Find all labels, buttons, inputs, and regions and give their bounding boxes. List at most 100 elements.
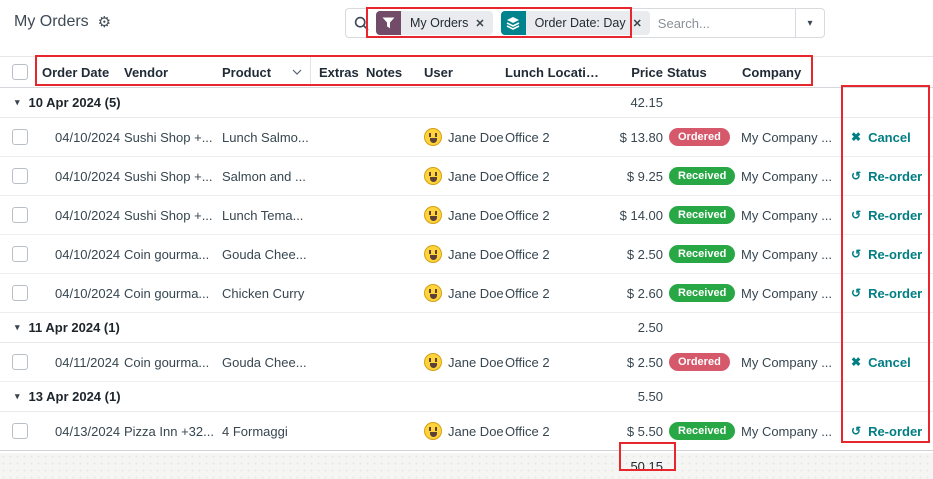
cell-price: $ 2.50 — [600, 247, 663, 262]
col-header-status[interactable]: Status — [663, 65, 741, 80]
col-header-vendor[interactable]: Vendor — [124, 65, 222, 80]
search-options-toggle[interactable]: ▾ — [795, 9, 824, 37]
user-avatar — [424, 128, 442, 146]
cell-company: My Company ... — [741, 286, 841, 301]
user-avatar — [424, 284, 442, 302]
cancel-button[interactable]: ✖Cancel — [841, 355, 911, 370]
col-header-price[interactable]: Price — [600, 65, 663, 80]
cell-lunch-location: Office 2 — [505, 424, 600, 439]
cell-lunch-location: Office 2 — [505, 247, 600, 262]
group-subtotal: 5.50 — [600, 389, 663, 404]
cell-product: Gouda Chee... — [222, 247, 311, 262]
reorder-button[interactable]: ↺Re-order — [841, 424, 922, 439]
row-checkbox[interactable] — [12, 207, 28, 223]
table-row[interactable]: 04/11/2024 Coin gourma... Gouda Chee... … — [0, 343, 933, 382]
cell-order-date: 04/10/2024 — [42, 247, 124, 262]
reorder-button[interactable]: ↺Re-order — [841, 286, 922, 301]
cell-vendor: Pizza Inn +32... — [124, 424, 222, 439]
select-all-checkbox[interactable] — [12, 64, 28, 80]
group-subtotal: 2.50 — [600, 320, 663, 335]
col-header-user[interactable]: User — [424, 65, 505, 80]
status-badge: Ordered — [669, 353, 730, 371]
group-expand-arrow[interactable]: ▾ — [15, 322, 20, 333]
cancel-button[interactable]: ✖Cancel — [841, 130, 911, 145]
row-checkbox[interactable] — [12, 168, 28, 184]
group-expand-arrow[interactable]: ▾ — [15, 97, 20, 108]
col-header-order-date[interactable]: Order Date — [42, 65, 124, 80]
group-label: 10 Apr 2024 (5) — [29, 95, 121, 110]
reorder-icon: ↺ — [851, 424, 861, 438]
action-label: Re-order — [868, 208, 922, 223]
user-avatar — [424, 353, 442, 371]
cell-user: Jane Doe — [448, 424, 504, 439]
search-input[interactable] — [650, 16, 795, 31]
cell-vendor: Coin gourma... — [124, 247, 222, 262]
reorder-button[interactable]: ↺Re-order — [841, 208, 922, 223]
status-badge: Ordered — [669, 128, 730, 146]
cell-order-date: 04/11/2024 — [42, 355, 124, 370]
cell-company: My Company ... — [741, 208, 841, 223]
user-avatar — [424, 206, 442, 224]
cell-vendor: Sushi Shop +... — [124, 130, 222, 145]
cell-company: My Company ... — [741, 130, 841, 145]
cell-product: Lunch Salmo... — [222, 130, 311, 145]
facet-remove-icon[interactable]: ✕ — [633, 11, 650, 35]
cell-vendor: Coin gourma... — [124, 286, 222, 301]
facet-label: My Orders — [401, 11, 475, 35]
col-header-company[interactable]: Company — [741, 65, 841, 80]
cell-product: Salmon and ... — [222, 169, 311, 184]
lunch-my-orders-page: My Orders ⚙ My Orders ✕ Or — [0, 0, 933, 479]
group-row[interactable]: ▾ 10 Apr 2024 (5) 42.15 — [0, 88, 933, 118]
row-checkbox[interactable] — [12, 354, 28, 370]
facet-order-date-day[interactable]: Order Date: Day ✕ — [501, 11, 650, 35]
user-avatar — [424, 167, 442, 185]
row-checkbox[interactable] — [12, 246, 28, 262]
cell-user: Jane Doe — [448, 355, 504, 370]
col-header-notes[interactable]: Notes — [366, 65, 424, 80]
cell-price: $ 14.00 — [600, 208, 663, 223]
cell-price: $ 5.50 — [600, 424, 663, 439]
cell-price: $ 2.60 — [600, 286, 663, 301]
group-subtotal: 42.15 — [600, 95, 663, 110]
search-bar[interactable]: My Orders ✕ Order Date: Day ✕ ▾ — [345, 8, 825, 38]
group-by-icon — [501, 11, 526, 35]
row-checkbox[interactable] — [12, 423, 28, 439]
cell-company: My Company ... — [741, 424, 841, 439]
table-row[interactable]: 04/10/2024 Coin gourma... Gouda Chee... … — [0, 235, 933, 274]
col-header-product-label: Product — [222, 65, 271, 80]
facet-remove-icon[interactable]: ✕ — [475, 11, 492, 35]
col-header-extras[interactable]: Extras — [311, 65, 366, 80]
col-header-product[interactable]: Product — [222, 57, 311, 87]
cell-lunch-location: Office 2 — [505, 286, 600, 301]
chevron-down-icon[interactable] — [292, 69, 302, 75]
search-facets: My Orders ✕ Order Date: Day ✕ — [376, 11, 650, 35]
gear-icon[interactable]: ⚙ — [98, 15, 111, 30]
group-expand-arrow[interactable]: ▾ — [15, 391, 20, 402]
table-row[interactable]: 04/10/2024 Coin gourma... Chicken Curry … — [0, 274, 933, 313]
filter-icon — [376, 11, 401, 35]
reorder-button[interactable]: ↺Re-order — [841, 169, 922, 184]
table-row[interactable]: 04/13/2024 Pizza Inn +32... 4 Formaggi J… — [0, 412, 933, 451]
action-label: Re-order — [868, 247, 922, 262]
status-badge: Received — [669, 245, 735, 263]
table-row[interactable]: 04/10/2024 Sushi Shop +... Salmon and ..… — [0, 157, 933, 196]
user-avatar — [424, 245, 442, 263]
group-row[interactable]: ▾13 Apr 2024 (1) 5.50 — [0, 382, 933, 412]
cell-product: 4 Formaggi — [222, 424, 311, 439]
search-icon — [354, 16, 369, 31]
col-header-lunch-location[interactable]: Lunch Location — [505, 65, 600, 80]
facet-my-orders[interactable]: My Orders ✕ — [376, 11, 493, 35]
table-footer: 50.15 — [0, 453, 933, 479]
cell-vendor: Sushi Shop +... — [124, 208, 222, 223]
footer-total: 50.15 — [600, 459, 663, 474]
row-checkbox[interactable] — [12, 129, 28, 145]
table-row[interactable]: 04/10/2024 Sushi Shop +... Lunch Tema...… — [0, 196, 933, 235]
status-badge: Received — [669, 206, 735, 224]
cell-price: $ 13.80 — [600, 130, 663, 145]
cell-lunch-location: Office 2 — [505, 208, 600, 223]
group-row[interactable]: ▾11 Apr 2024 (1) 2.50 — [0, 313, 933, 343]
table-row[interactable]: 04/10/2024 Sushi Shop +... Lunch Salmo..… — [0, 118, 933, 157]
reorder-button[interactable]: ↺Re-order — [841, 247, 922, 262]
cell-product: Lunch Tema... — [222, 208, 311, 223]
row-checkbox[interactable] — [12, 285, 28, 301]
